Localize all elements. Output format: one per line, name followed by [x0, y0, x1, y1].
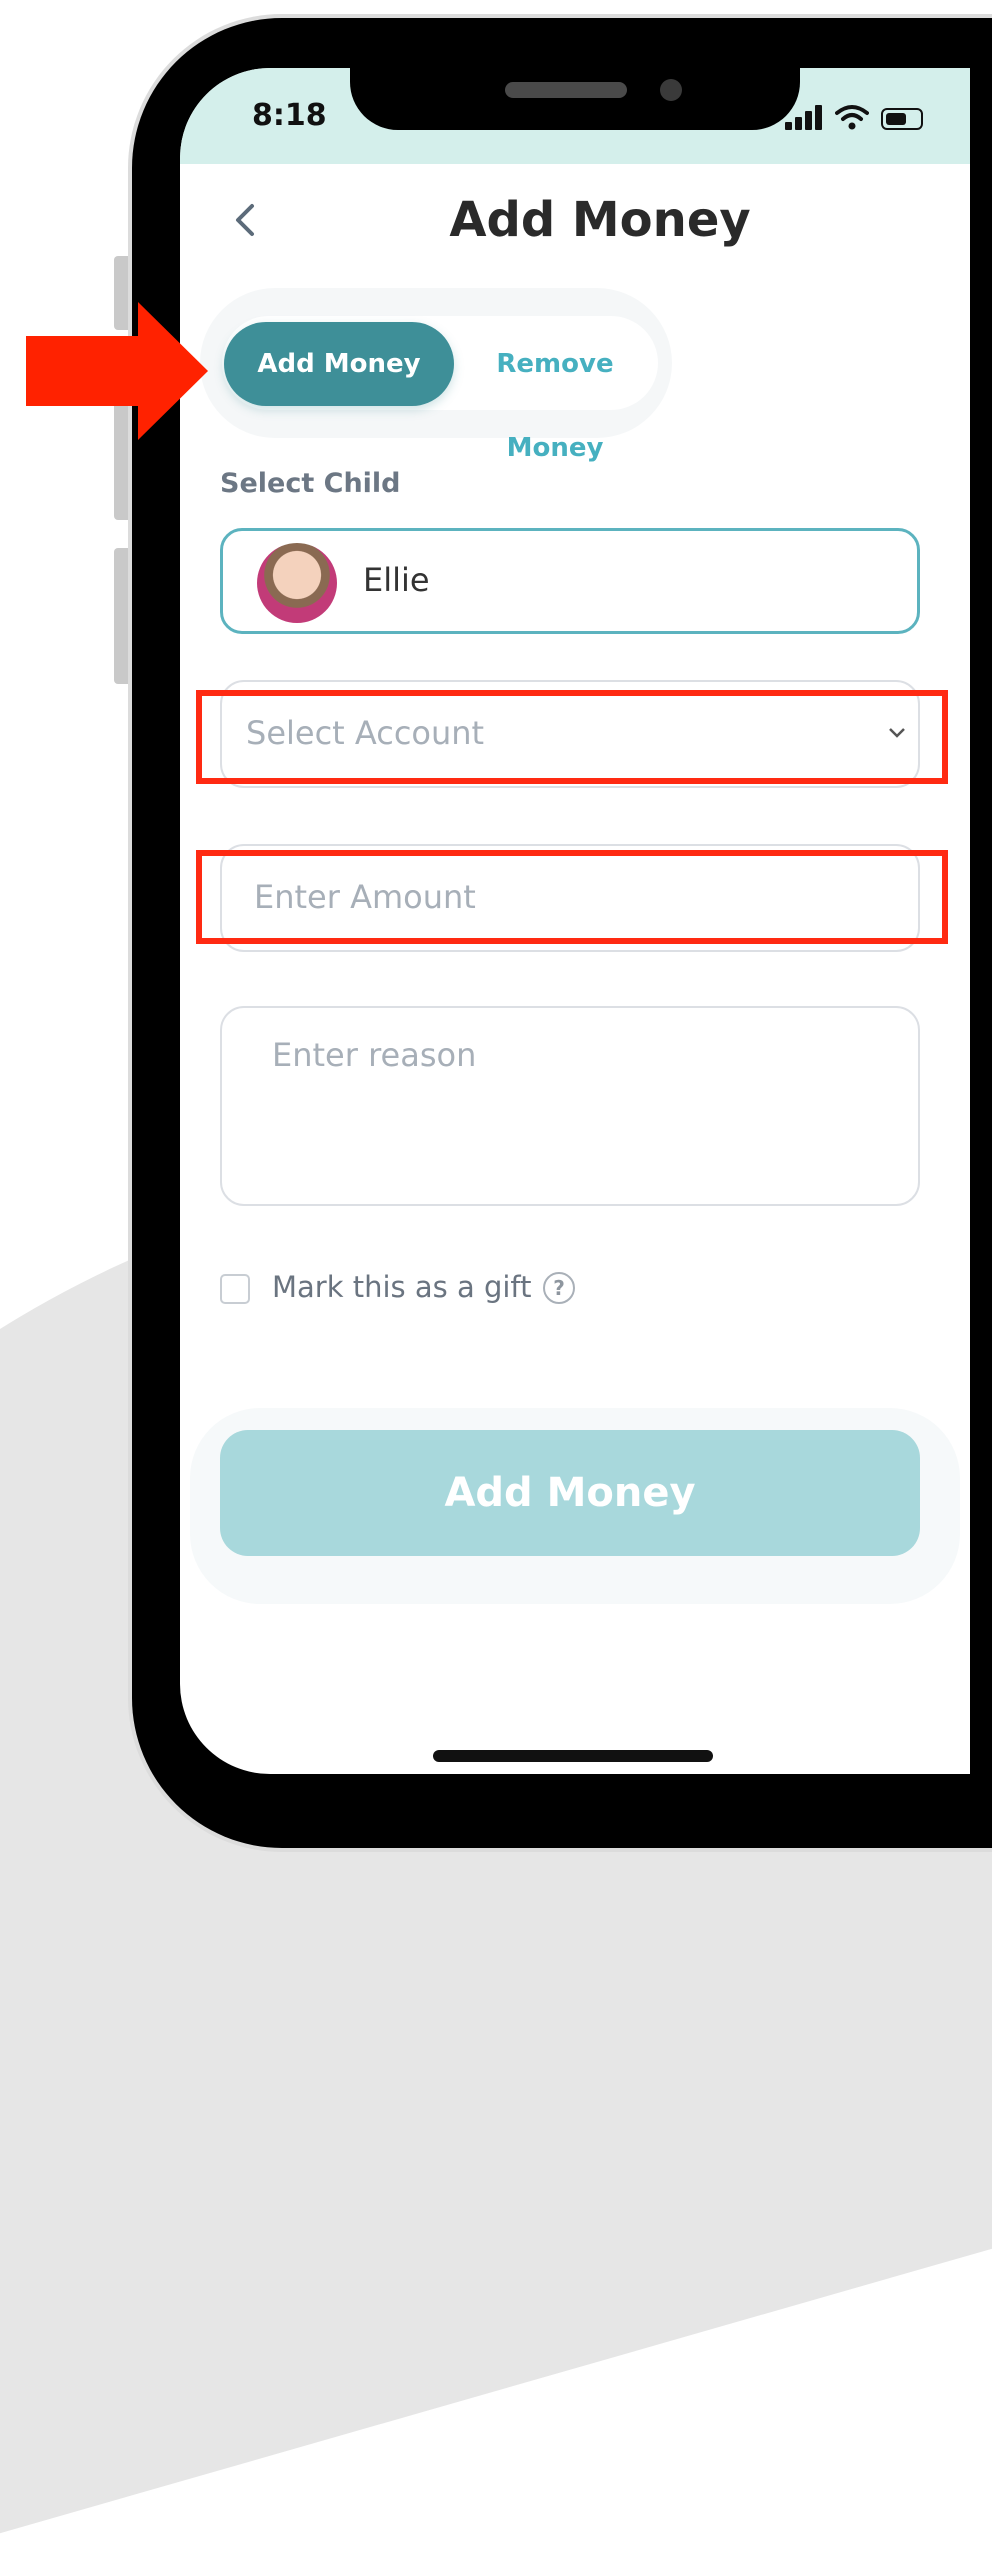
help-icon[interactable]: ? — [543, 1272, 575, 1304]
child-name: Ellie — [363, 561, 430, 599]
front-camera — [660, 79, 682, 101]
volume-down-button — [114, 548, 128, 684]
phone-notch — [350, 68, 800, 130]
reason-textarea[interactable]: Enter reason — [220, 1006, 920, 1206]
add-money-button[interactable]: Add Money — [220, 1430, 920, 1556]
child-selector[interactable]: Ellie — [220, 528, 920, 634]
battery-icon — [881, 108, 923, 130]
arrow-shaft — [26, 336, 146, 406]
home-indicator — [433, 1750, 713, 1762]
gift-label: Mark this as a gift — [272, 1270, 532, 1304]
gift-checkbox[interactable] — [220, 1274, 250, 1304]
highlight-enter-amount — [196, 850, 948, 944]
speaker-grille — [505, 82, 627, 98]
tab-add-money[interactable]: Add Money — [224, 322, 454, 406]
select-child-label: Select Child — [220, 468, 401, 499]
highlight-select-account — [196, 690, 948, 784]
tab-remove-money[interactable]: Remove Money — [462, 322, 648, 463]
page-title: Add Money — [449, 192, 751, 248]
child-avatar — [257, 543, 337, 623]
reason-placeholder: Enter reason — [272, 1036, 477, 1074]
mute-switch — [114, 256, 128, 330]
status-time: 8:18 — [252, 98, 327, 133]
red-arrow-icon — [138, 302, 208, 440]
wifi-icon — [835, 105, 869, 130]
